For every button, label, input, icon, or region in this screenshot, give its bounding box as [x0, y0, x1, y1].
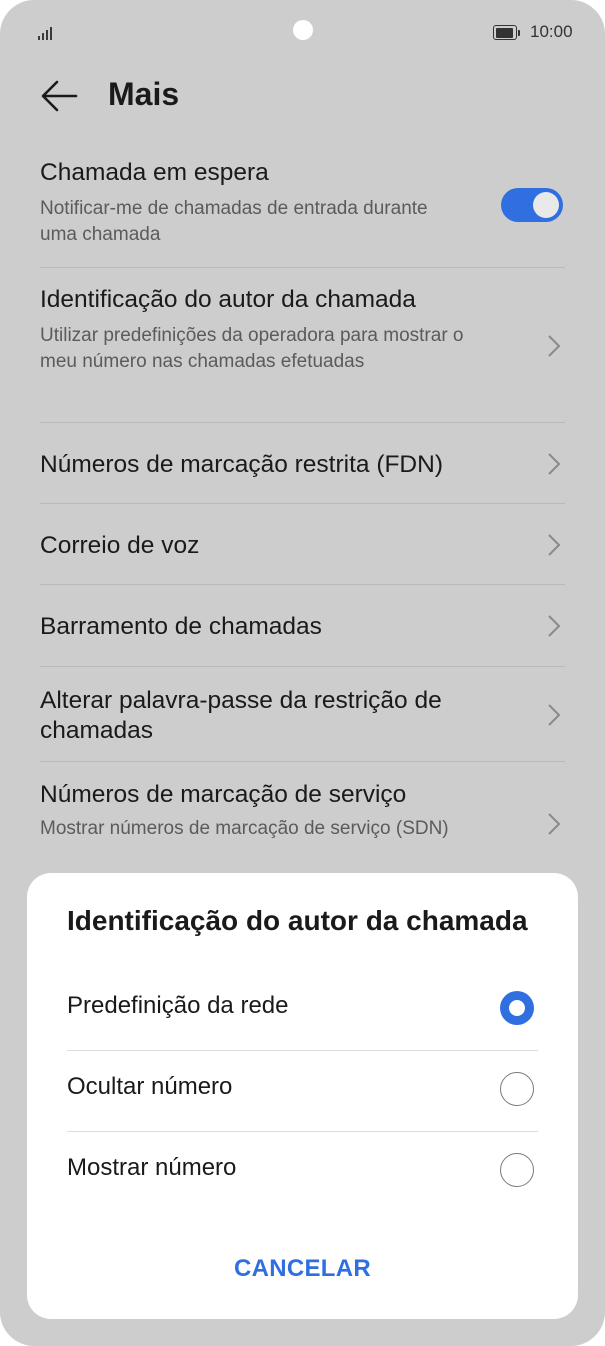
arrow-left-icon[interactable]: [40, 78, 78, 114]
option-label: Predefinição da rede: [67, 992, 289, 1019]
caller-id-dialog: Identificação do autor da chamada Predef…: [27, 873, 578, 1319]
setting-subtitle: Mostrar números de marcação de serviço (…: [40, 818, 449, 839]
option-label: Ocultar número: [67, 1073, 233, 1100]
setting-voicemail[interactable]: Correio de voz: [40, 504, 565, 585]
chevron-right-icon: [548, 615, 561, 637]
app-header: Mais: [0, 64, 605, 134]
option-network-default[interactable]: Predefinição da rede: [67, 969, 538, 1051]
status-bar: 10:00: [0, 0, 605, 64]
chevron-right-icon: [548, 453, 561, 475]
call-waiting-toggle[interactable]: [501, 188, 563, 222]
setting-call-waiting[interactable]: Chamada em espera Notificar-me de chamad…: [40, 140, 565, 268]
setting-fdn[interactable]: Números de marcação restrita (FDN): [40, 423, 565, 504]
cancel-button[interactable]: CANCELAR: [27, 1255, 578, 1283]
dialog-title: Identificação do autor da chamada: [67, 905, 528, 936]
settings-list: Chamada em espera Notificar-me de chamad…: [40, 140, 565, 892]
setting-title: Identificação do autor da chamada: [40, 286, 416, 313]
chevron-right-icon: [548, 813, 561, 835]
signal-icon: [38, 24, 58, 40]
option-label: Mostrar número: [67, 1154, 237, 1181]
setting-caller-id[interactable]: Identificação do autor da chamada Utiliz…: [40, 268, 565, 423]
radio-unselected-icon[interactable]: [500, 1153, 534, 1187]
page-title: Mais: [108, 76, 180, 112]
camera-cutout: [293, 20, 313, 40]
setting-title: Números de marcação de serviço: [40, 781, 407, 808]
setting-title: Números de marcação restrita (FDN): [40, 451, 443, 478]
setting-title: Alterar palavra-passe da restrição de ch…: [40, 687, 442, 744]
setting-subtitle: Notificar-me de chamadas de entrada dura…: [40, 198, 428, 245]
setting-change-barring-password[interactable]: Alterar palavra-passe da restrição de ch…: [40, 667, 565, 762]
setting-call-barring[interactable]: Barramento de chamadas: [40, 585, 565, 667]
chevron-right-icon: [548, 704, 561, 726]
chevron-right-icon: [548, 534, 561, 556]
option-show-number[interactable]: Mostrar número: [67, 1131, 538, 1212]
radio-unselected-icon[interactable]: [500, 1072, 534, 1106]
chevron-right-icon: [548, 335, 561, 357]
setting-title: Correio de voz: [40, 532, 200, 559]
battery-icon: [493, 25, 521, 40]
status-time: 10:00: [530, 22, 573, 41]
option-hide-number[interactable]: Ocultar número: [67, 1050, 538, 1132]
radio-selected-icon[interactable]: [500, 991, 534, 1025]
setting-title: Chamada em espera: [40, 159, 269, 186]
setting-title: Barramento de chamadas: [40, 613, 322, 640]
setting-subtitle: Utilizar predefinições da operadora para…: [40, 325, 464, 372]
phone-screen: 10:00 Mais Chamada em espera Notificar-m…: [0, 0, 605, 1346]
